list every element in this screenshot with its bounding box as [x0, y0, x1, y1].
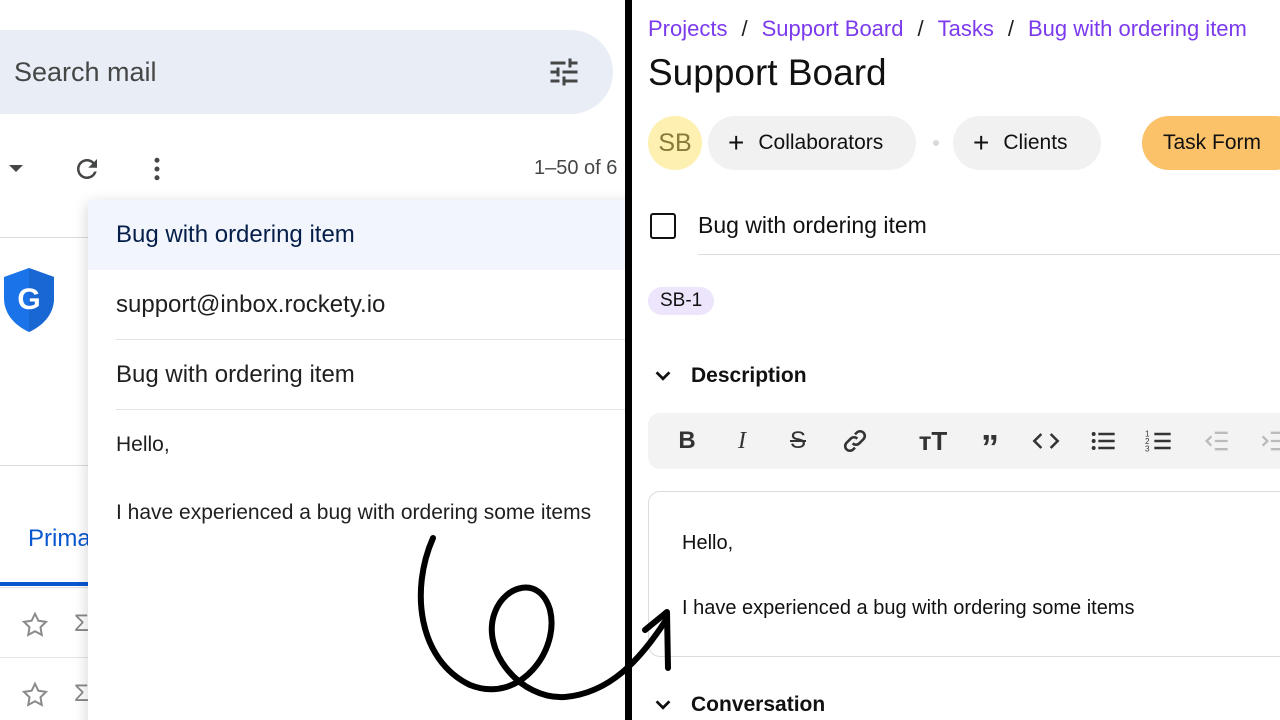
star-icon[interactable]: [20, 610, 50, 640]
conversation-section-toggle[interactable]: Conversation: [652, 693, 825, 717]
outdent-icon[interactable]: [1202, 427, 1230, 455]
italic-icon[interactable]: I: [728, 427, 756, 455]
editor-greeting: Hello,: [682, 532, 734, 554]
editor-message: I have experienced a bug with ordering s…: [682, 597, 1135, 619]
divider: [0, 587, 100, 588]
editor-toolbar: B I S ᴛT ” 123: [648, 413, 1280, 469]
add-clients-button[interactable]: + Clients: [953, 116, 1101, 170]
mail-panel: Search mail 1–50 of 6 G Prima Σ Σ Bug wi…: [0, 0, 626, 720]
breadcrumb-support-board[interactable]: Support Board: [762, 16, 904, 41]
chevron-down-icon: [655, 371, 671, 381]
strikethrough-icon[interactable]: S: [784, 427, 812, 455]
description-heading: Description: [691, 364, 807, 387]
bullet-list-icon[interactable]: [1089, 427, 1117, 455]
important-marker-icon[interactable]: Σ: [74, 610, 89, 638]
separator-dot: [933, 140, 939, 146]
breadcrumb-separator: /: [1007, 16, 1014, 41]
text-size-icon[interactable]: ᴛT: [919, 426, 948, 456]
numbered-list-icon[interactable]: 123: [1145, 427, 1173, 455]
tab-primary[interactable]: Prima: [28, 525, 91, 553]
email-subject: Bug with ordering item: [116, 340, 626, 410]
star-icon[interactable]: [20, 680, 50, 710]
description-section-toggle[interactable]: Description: [652, 364, 807, 388]
email-preview-card[interactable]: Bug with ordering item support@inbox.roc…: [88, 200, 626, 720]
page-title: Support Board: [648, 52, 887, 93]
more-vert-icon[interactable]: [142, 154, 172, 184]
breadcrumb-separator: /: [917, 16, 924, 41]
email-body: Hello, I have experienced a bug with ord…: [116, 410, 626, 523]
chevron-down-icon: [655, 700, 671, 710]
breadcrumb: Projects / Support Board / Tasks / Bug with or…: [648, 16, 1247, 42]
important-marker-icon[interactable]: Σ: [74, 680, 89, 708]
description-editor[interactable]: Hello, I have experienced a bug with ord…: [648, 491, 1280, 657]
panel-separator: [625, 0, 632, 720]
search-bar[interactable]: Search mail: [0, 30, 613, 114]
indent-icon[interactable]: [1258, 427, 1280, 455]
divider: [0, 465, 100, 466]
svg-text:3: 3: [1145, 445, 1150, 454]
breadcrumb-projects[interactable]: Projects: [648, 16, 727, 41]
divider: [0, 237, 100, 238]
task-panel: Projects / Support Board / Tasks / Bug with or…: [632, 0, 1280, 720]
refresh-icon[interactable]: [72, 154, 102, 184]
breadcrumb-tasks[interactable]: Tasks: [938, 16, 994, 41]
email-greeting: Hello,: [116, 433, 170, 456]
tab-primary-indicator: [0, 582, 100, 586]
link-icon[interactable]: [841, 427, 869, 455]
search-input[interactable]: Search mail: [14, 57, 157, 88]
pagination-label: 1–50 of 6: [534, 157, 618, 179]
plus-icon: +: [728, 127, 745, 158]
task-title[interactable]: Bug with ordering item: [698, 212, 927, 239]
select-dropdown-icon[interactable]: [9, 165, 23, 172]
breadcrumb-current-task[interactable]: Bug with ordering item: [1028, 16, 1247, 41]
task-complete-checkbox[interactable]: [650, 213, 676, 239]
shield-g-icon: G: [4, 268, 54, 332]
conversation-heading: Conversation: [691, 693, 826, 716]
code-icon[interactable]: [1032, 427, 1060, 455]
collaborators-label: Collaborators: [758, 131, 884, 154]
task-form-button[interactable]: Task Form: [1142, 116, 1280, 170]
clients-label: Clients: [1003, 131, 1068, 154]
email-message: I have experienced a bug with ordering s…: [116, 501, 592, 524]
divider: [0, 657, 100, 658]
email-from: support@inbox.rockety.io: [116, 270, 626, 340]
quote-icon[interactable]: ”: [976, 427, 1004, 468]
breadcrumb-separator: /: [741, 16, 748, 41]
plus-icon: +: [973, 127, 990, 158]
bold-icon[interactable]: B: [673, 427, 701, 455]
task-title-underline: [698, 254, 1280, 255]
svg-text:G: G: [17, 283, 40, 316]
avatar[interactable]: SB: [648, 116, 702, 170]
email-header-subject[interactable]: Bug with ordering item: [88, 200, 626, 270]
add-collaborators-button[interactable]: + Collaborators: [708, 116, 916, 170]
task-id-badge: SB-1: [648, 287, 715, 315]
tune-icon[interactable]: [546, 54, 582, 90]
